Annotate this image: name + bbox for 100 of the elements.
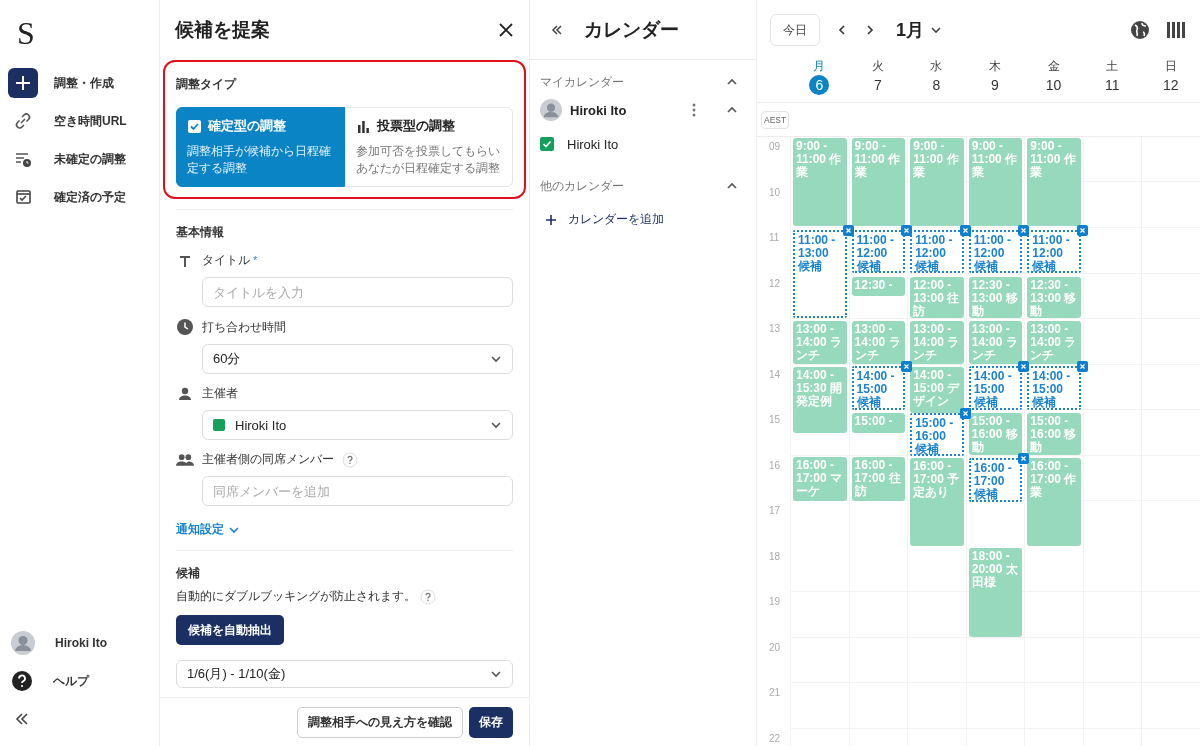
add-calendar-link[interactable]: カレンダーを追加 [546, 211, 664, 228]
remove-icon[interactable] [959, 225, 971, 236]
field-label: 打ち合わせ時間 [202, 318, 286, 336]
hour-label: 22 [769, 732, 781, 744]
close-icon[interactable] [499, 23, 513, 37]
section-label: 他のカレンダー [540, 177, 624, 195]
hour-label: 21 [769, 687, 781, 698]
description: 自動的にダブルブッキングが防止されます。 [176, 588, 416, 605]
weekday-label: 金 [1047, 60, 1060, 73]
remove-icon[interactable] [1018, 225, 1030, 236]
candidate-slot[interactable]: 14:00 - 15:00 候補 [851, 366, 906, 410]
month-picker[interactable]: 1月 [896, 18, 942, 42]
date-label[interactable]: 6 [809, 75, 830, 95]
section-label: 基本情報 [176, 224, 224, 241]
chevron-down-icon[interactable] [490, 353, 502, 365]
candidate-slot[interactable]: 15:00 - 16:00 候補 [910, 413, 964, 456]
remove-icon[interactable] [901, 225, 913, 236]
candidate-slot[interactable]: 16:00 - 17:00 候補 [968, 458, 1023, 502]
nav-item[interactable]: 空き時間URL [8, 102, 131, 140]
today-button[interactable]: 今日 [770, 14, 820, 46]
remove-icon[interactable] [1018, 361, 1030, 372]
hour-label: 18 [769, 550, 781, 562]
auto-extract-button[interactable]: 候補を自動抽出 [176, 615, 284, 645]
preview-button[interactable]: 調整相手への見え方を確認 [297, 706, 463, 738]
user-name[interactable]: Hiroki Ito [55, 636, 107, 650]
title-field[interactable]: タイトルを入力 [202, 277, 513, 307]
checkbox[interactable] [540, 137, 554, 151]
hour-label: 09 [769, 141, 781, 152]
field-label: 主催者 [202, 385, 238, 402]
candidate-slot[interactable]: 11:00 - 13:00 候補 [793, 230, 847, 318]
globe-icon[interactable] [1130, 20, 1150, 40]
candidate-slot[interactable]: 11:00 - 12:00 候補 [968, 230, 1023, 273]
chevron-down-icon [930, 24, 942, 36]
nav-item[interactable]: 確定済の予定 [8, 178, 130, 216]
checkbox-icon [187, 118, 202, 134]
clock-icon [176, 318, 194, 336]
range-select[interactable]: 1/6(月) - 1/10(金) [176, 660, 513, 688]
help-icon[interactable] [11, 670, 33, 692]
organizer-select[interactable]: Hiroki Ito [202, 410, 513, 440]
weekday-label: 月 [813, 60, 826, 73]
person-icon [177, 385, 193, 402]
members-field[interactable]: 同席メンバーを追加 [202, 476, 513, 506]
candidate-slot[interactable]: 14:00 - 15:00 候補 [968, 366, 1023, 410]
date-label[interactable]: 12 [1160, 75, 1181, 95]
chevron-down-icon[interactable] [490, 668, 502, 680]
logo: S [17, 16, 35, 50]
chevron-down-icon[interactable] [490, 419, 502, 431]
date-label[interactable]: 7 [867, 75, 888, 95]
section-label: マイカレンダー [540, 73, 624, 91]
remove-icon[interactable] [1018, 453, 1030, 464]
type-option[interactable]: 投票型の調整 参加可否を投票してもらいあなたが日程確定する調整 [344, 107, 513, 187]
more-icon[interactable] [692, 103, 696, 117]
collapse-icon[interactable] [550, 22, 564, 37]
columns-icon[interactable] [1166, 20, 1186, 40]
hour-label: 17 [769, 505, 781, 516]
avatar [11, 631, 35, 655]
save-button[interactable]: 保存 [469, 706, 513, 738]
date-label[interactable]: 11 [1102, 75, 1123, 95]
type-option[interactable]: 確定型の調整 調整相手が候補から日程確定する調整 [176, 107, 345, 187]
hour-label: 10 [769, 186, 781, 198]
panel-title: 候補を提案 [175, 18, 270, 42]
weekday-label: 日 [1164, 60, 1177, 73]
candidate-slot[interactable]: 14:00 - 15:00 候補 [1027, 366, 1081, 410]
date-label[interactable]: 8 [926, 75, 947, 95]
swatch-icon [213, 419, 225, 431]
field-label: タイトル * [202, 252, 258, 269]
help-link[interactable]: ヘルプ [53, 672, 89, 690]
next-icon[interactable] [864, 24, 876, 36]
remove-icon[interactable] [1076, 361, 1088, 372]
nav-item[interactable]: 未確定の調整 [8, 140, 130, 178]
hour-label: 14 [769, 368, 781, 380]
avatar [540, 99, 562, 121]
candidate-slot[interactable]: 11:00 - 12:00 候補 [851, 230, 906, 273]
calendar-name: Hiroki Ito [567, 136, 620, 152]
field-label: 主催者側の同席メンバー [202, 451, 334, 468]
candidate-slot[interactable]: 11:00 - 12:00 候補 [910, 230, 964, 273]
hour-label: 20 [769, 641, 781, 653]
previous-icon[interactable] [836, 24, 848, 36]
timezone-badge: AEST [761, 110, 790, 129]
remove-icon[interactable] [959, 408, 971, 419]
people-icon [176, 452, 194, 467]
account-name: Hiroki Ito [570, 102, 628, 118]
hour-label: 11 [769, 232, 780, 243]
weekday-label: 水 [930, 60, 943, 73]
candidate-slot[interactable]: 11:00 - 12:00 候補 [1027, 230, 1081, 273]
hour-label: 19 [769, 596, 781, 607]
duration-select[interactable]: 60分 [202, 344, 513, 374]
nav-item[interactable]: 調整・作成 [8, 64, 118, 102]
date-label[interactable]: 10 [1043, 75, 1064, 95]
plus-icon [8, 68, 38, 98]
remove-icon[interactable] [842, 225, 854, 236]
section-label: 調整タイプ [176, 76, 236, 93]
bar-chart-icon [355, 118, 371, 134]
remove-icon[interactable] [901, 361, 913, 372]
date-label[interactable]: 9 [985, 75, 1005, 95]
text-icon [178, 253, 192, 268]
hour-label: 15 [769, 414, 781, 425]
remove-icon[interactable] [1076, 225, 1088, 236]
notification-link[interactable]: 通知設定 [176, 521, 240, 538]
weekday-label: 火 [871, 60, 884, 73]
